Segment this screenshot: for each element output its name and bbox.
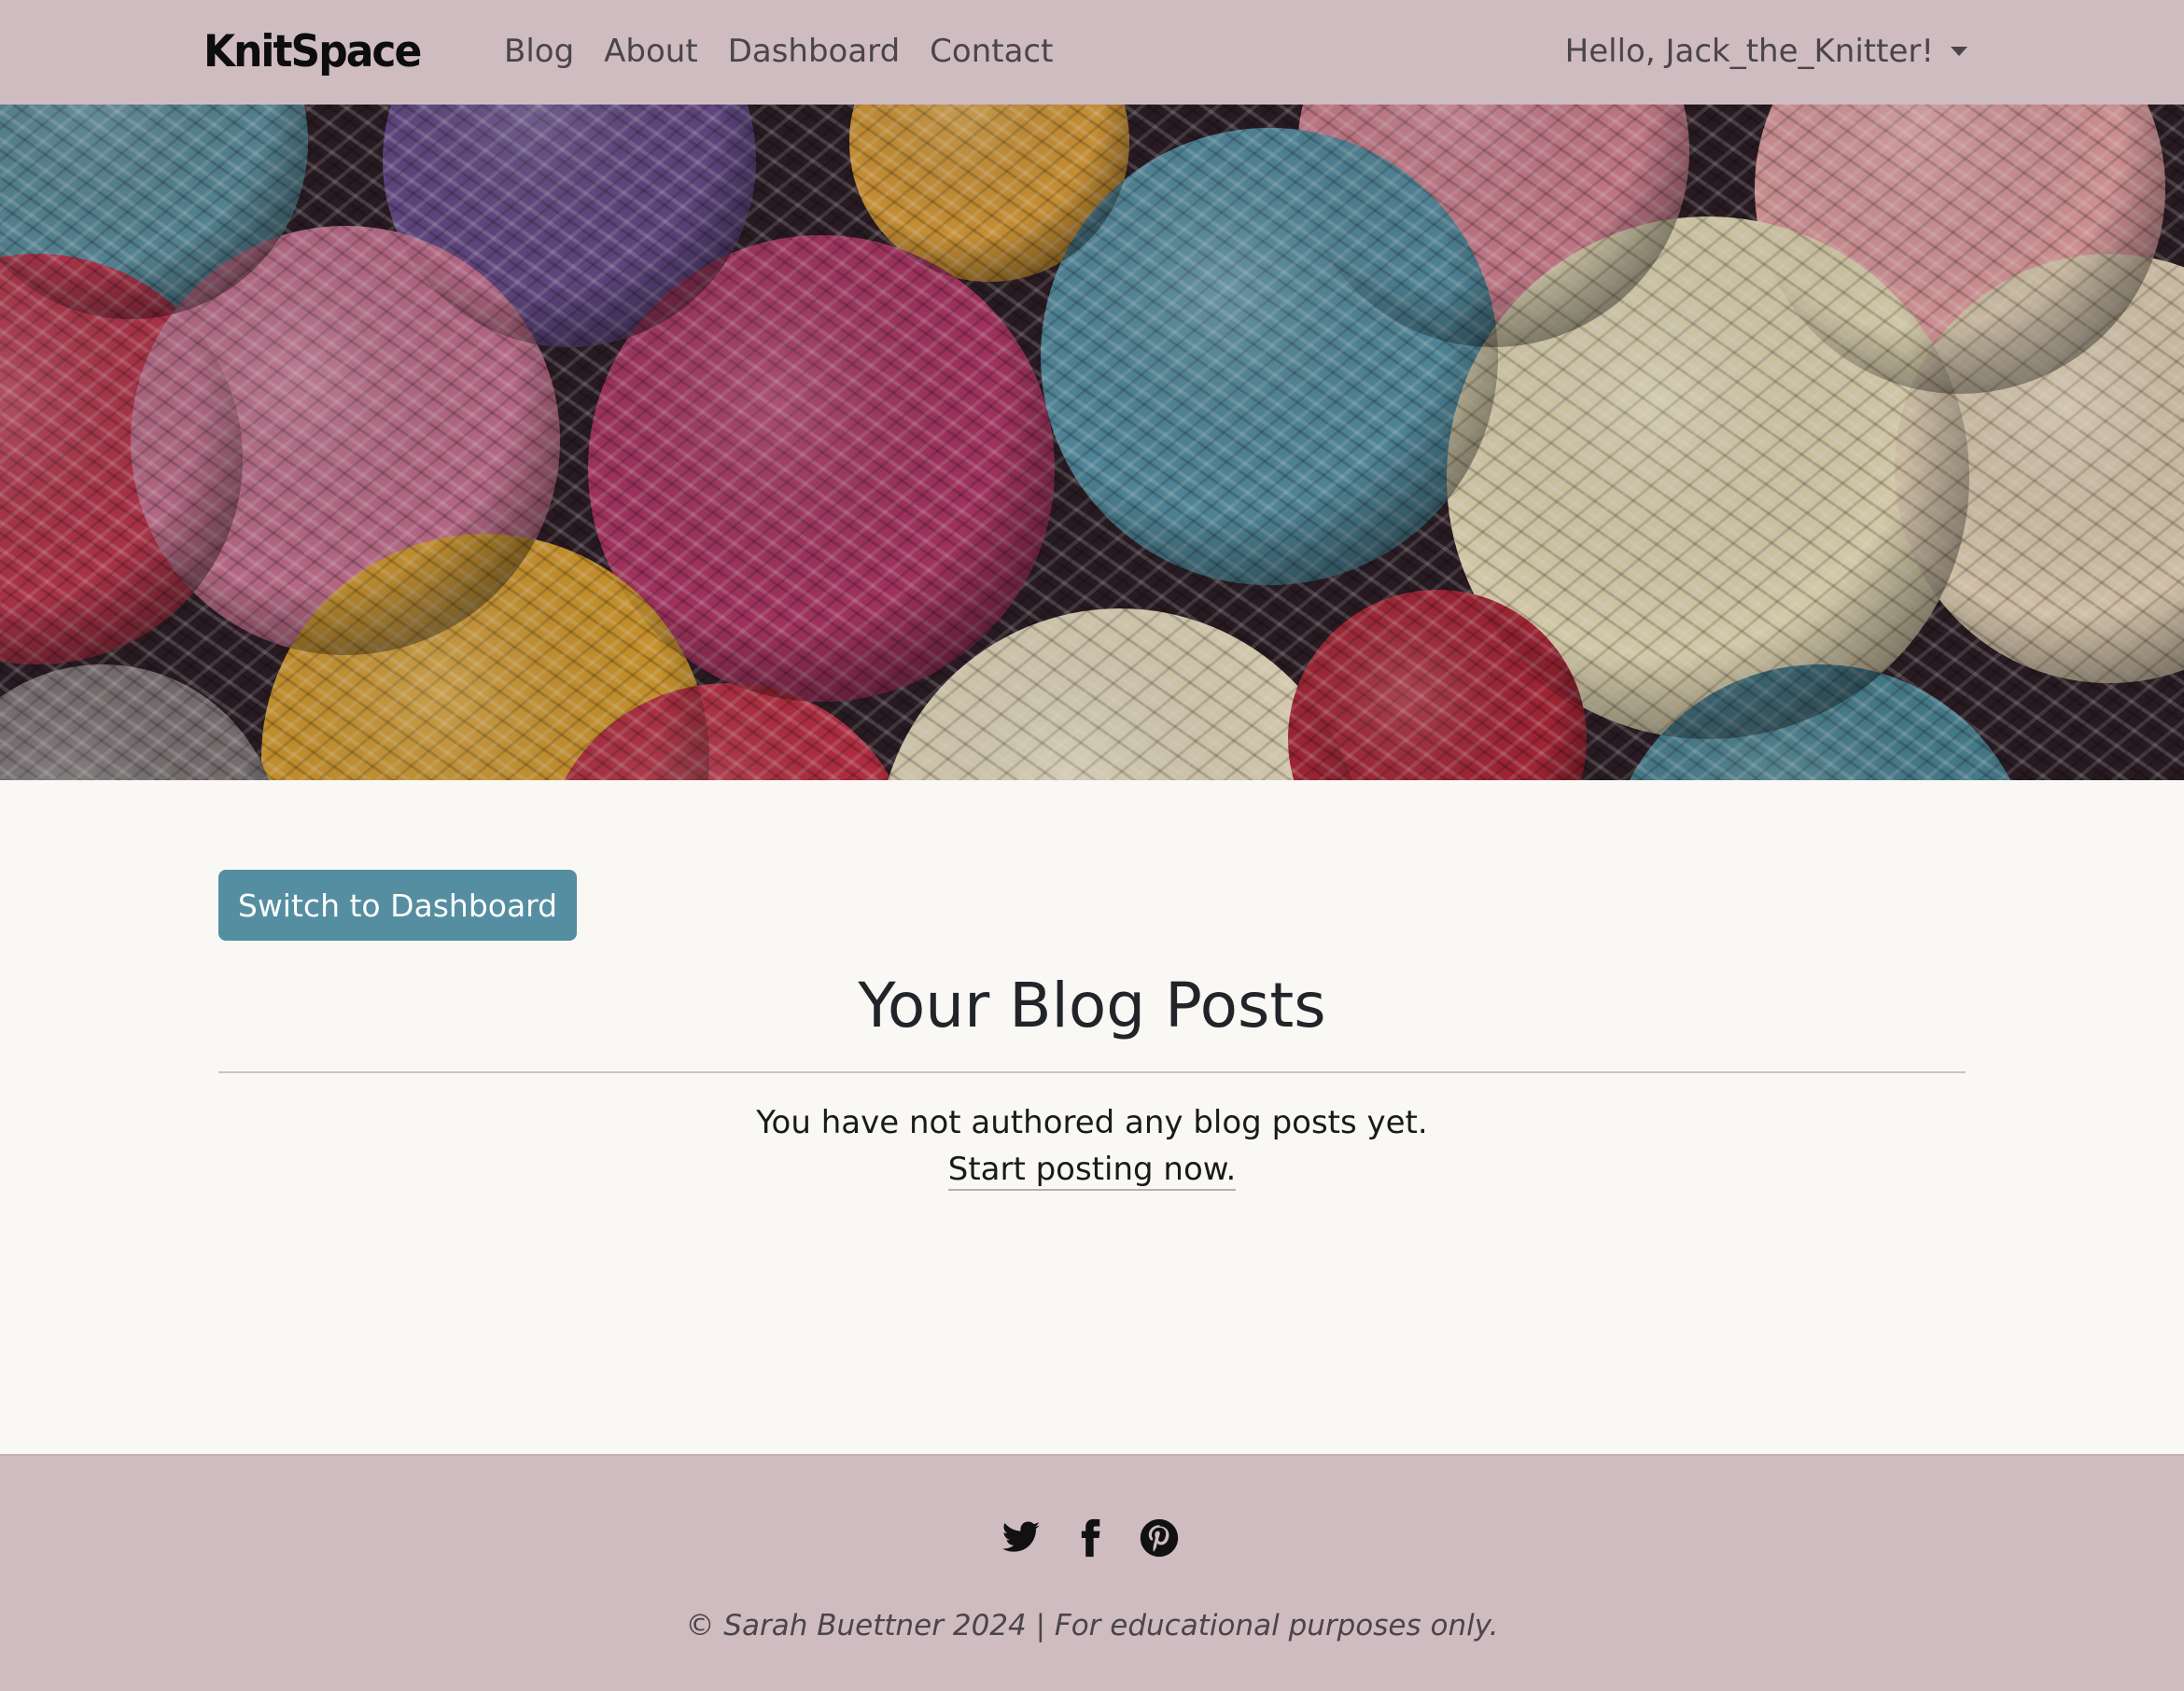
- top-navbar: KnitSpace Blog About Dashboard Contact H…: [0, 0, 2184, 105]
- empty-state-message: You have not authored any blog posts yet…: [756, 1104, 1428, 1141]
- nav-link-dashboard[interactable]: Dashboard: [728, 28, 900, 75]
- hero-banner: [0, 105, 2184, 780]
- start-posting-row: Start posting now.: [0, 1146, 2184, 1193]
- footer: © Sarah Buettner 2024 | For educational …: [0, 1454, 2184, 1691]
- main-nav: Blog About Dashboard Contact: [504, 28, 1083, 75]
- copyright-text: © Sarah Buettner 2024 | For educational …: [685, 1609, 1499, 1642]
- twitter-icon[interactable]: [1001, 1517, 1042, 1558]
- nav-link-about[interactable]: About: [604, 28, 698, 75]
- brand-logo[interactable]: KnitSpace: [203, 24, 422, 80]
- start-posting-link[interactable]: Start posting now.: [947, 1151, 1237, 1191]
- yarn-balls-image: [0, 105, 2184, 780]
- divider: [218, 1071, 1966, 1073]
- pinterest-icon[interactable]: [1139, 1517, 1180, 1558]
- nav-link-blog[interactable]: Blog: [504, 28, 574, 75]
- page-title: Your Blog Posts: [858, 970, 1326, 1041]
- user-greeting: Hello, Jack_the_Knitter!: [1564, 33, 1934, 70]
- chevron-down-icon: [1951, 47, 1967, 56]
- nav-link-contact[interactable]: Contact: [930, 28, 1053, 75]
- social-links: [1001, 1517, 1180, 1558]
- switch-to-dashboard-button[interactable]: Switch to Dashboard: [218, 870, 577, 941]
- facebook-icon[interactable]: [1070, 1517, 1111, 1558]
- user-menu-dropdown[interactable]: Hello, Jack_the_Knitter!: [1565, 28, 1967, 75]
